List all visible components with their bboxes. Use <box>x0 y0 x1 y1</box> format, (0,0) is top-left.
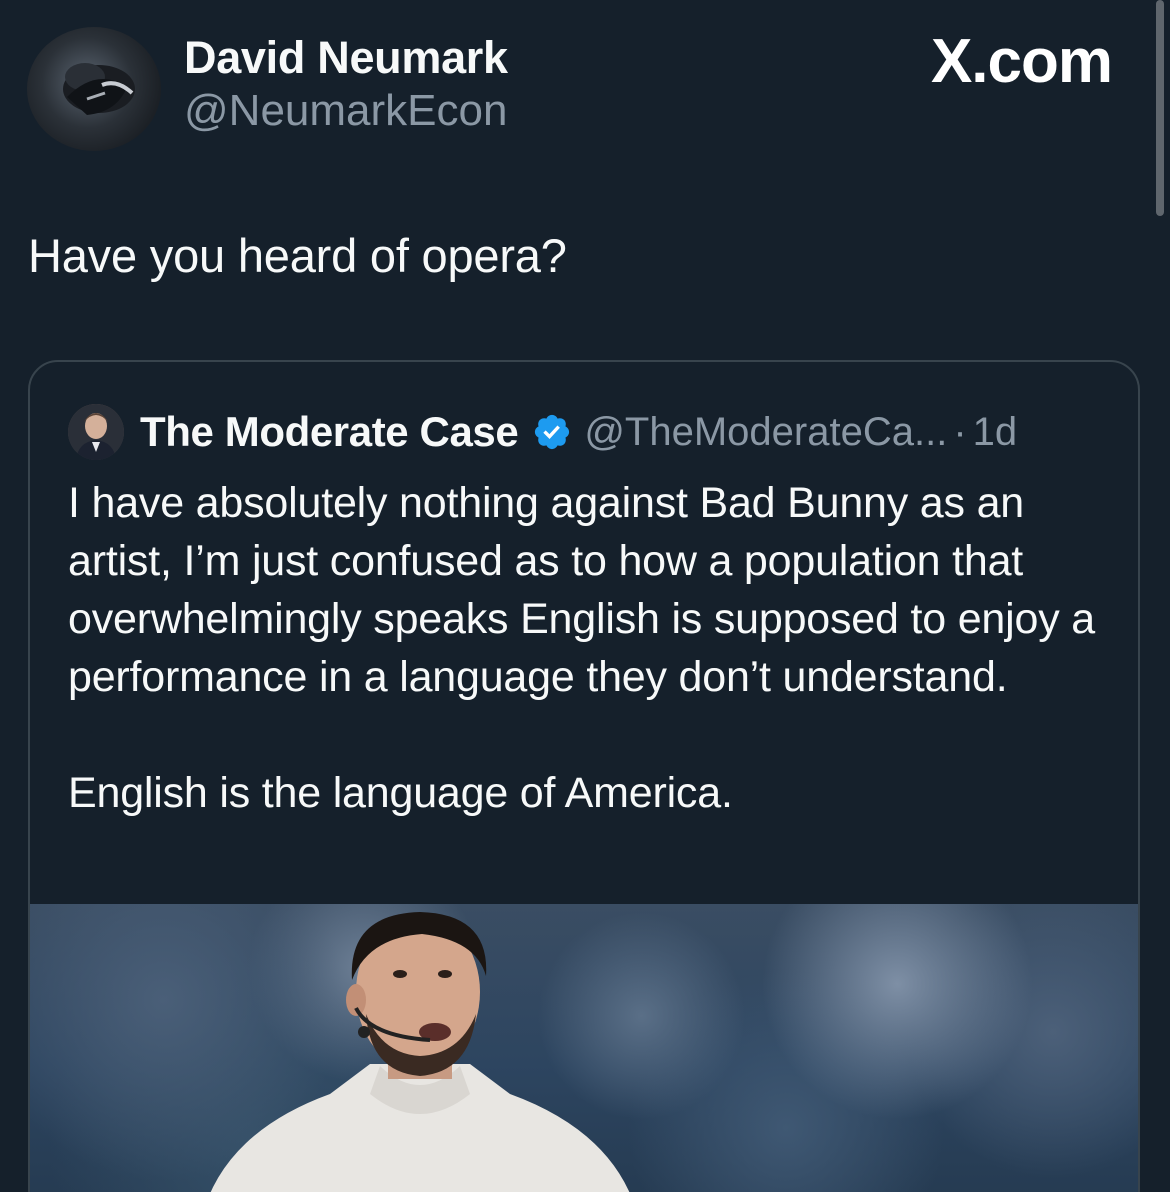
author-name[interactable]: David Neumark <box>184 32 508 84</box>
quote-media-image[interactable] <box>30 904 1138 1192</box>
separator-dot: · <box>953 409 967 454</box>
quote-author-avatar[interactable] <box>68 404 124 460</box>
avatar-photo-icon <box>68 404 124 460</box>
performer-photo-icon <box>210 912 630 1192</box>
post-timestamp[interactable]: 1d <box>973 410 1018 455</box>
quote-author-handle[interactable]: @TheModerateCa... <box>584 410 947 455</box>
quote-text: I have absolutely nothing against Bad Bu… <box>68 474 1128 822</box>
author-avatar[interactable] <box>27 27 161 151</box>
quote-header: The Moderate Case @TheModerateCa... · 1d <box>140 402 1017 462</box>
scrollbar[interactable] <box>1156 0 1164 216</box>
brand-watermark: X.com <box>930 27 1113 96</box>
quote-paragraph: English is the language of America. <box>68 769 733 817</box>
quote-author-name[interactable]: The Moderate Case <box>140 408 519 456</box>
verified-badge-icon <box>535 414 570 450</box>
post-text: Have you heard of opera? <box>28 229 567 282</box>
quoted-post[interactable]: The Moderate Case @TheModerateCa... · 1d… <box>28 360 1140 1192</box>
author-handle[interactable]: @NeumarkEcon <box>184 86 507 136</box>
quote-paragraph: I have absolutely nothing against Bad Bu… <box>68 479 1095 701</box>
avatar-photo-icon <box>63 63 135 115</box>
